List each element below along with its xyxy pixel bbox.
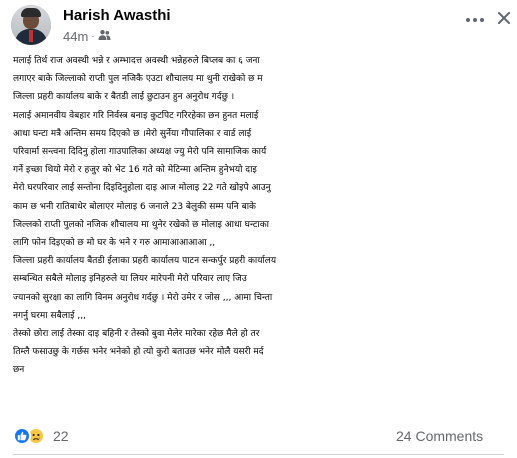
post-body-line: तेस्को छोरा लाई तेस्का दाइ बहिनी र तेस्क… — [13, 329, 260, 340]
more-options-icon[interactable] — [460, 8, 490, 32]
post-body-line: नगर्नु घरमा सबैलाई ,,, — [13, 310, 87, 321]
post-meta: 44m · — [63, 29, 111, 44]
post-body-line: परिवार्मा सन्त्वना दिदिनु होला गाउपालिका… — [13, 147, 267, 158]
meta-separator: · — [91, 31, 95, 42]
avatar-cap — [21, 8, 41, 17]
post-body-line: जिल्ला प्रहरी कार्यालय बैतडी ईलाका प्रहर… — [13, 256, 277, 267]
comments-count-link[interactable]: 24 Comments — [396, 428, 483, 444]
post-body-line: काम छ भनी रातिबाधेर बोलाएर मोलाइ 6 जनाले… — [13, 201, 256, 212]
post-body-line: गर्ने इच्छा थियो मेरो र हजुर को भेट 16 ग… — [13, 165, 257, 176]
reaction-summary[interactable]: 22 — [13, 427, 69, 445]
reaction-count: 22 — [53, 428, 69, 444]
post-body-line: जिल्ला प्रहरी कार्यालय बाके र बैतडी लाई … — [13, 92, 235, 103]
post-body-line: जिल्लको राप्ती पुलको नजिक शौचालय मा थुने… — [13, 219, 269, 230]
post-body-line: छन — [13, 365, 25, 376]
post-body-line: लगाएर बाके जिल्लाको राप्ती पुल नजिकै एउट… — [13, 74, 263, 85]
like-icon — [13, 427, 31, 445]
post-time[interactable]: 44m — [63, 29, 88, 44]
avatar[interactable] — [11, 5, 51, 45]
post-body: मलाई तिर्थ राज अवस्थी भन्ने र अम्भादत्त … — [13, 52, 513, 380]
post-body-line: मलाई अमानवीय वेबहार गरि निर्वस्त्र बनाइ … — [13, 110, 259, 121]
author-name[interactable]: Harish Awasthi — [63, 7, 171, 24]
footer-divider — [13, 454, 504, 455]
close-icon[interactable] — [494, 6, 514, 30]
post-body-line: आधा घन्टा मत्रै अन्तिम समय दिएको छ ।मेरो… — [13, 128, 252, 139]
post-body-line: मेरो घरपरिवार लाई सन्तोना दिइदिनुहोला दा… — [13, 183, 271, 194]
facebook-post: Harish Awasthi 44m · मलाई तिर्थ राज अवस्… — [0, 0, 517, 458]
friends-icon[interactable] — [98, 29, 111, 44]
post-body-line: मलाई तिर्थ राज अवस्थी भन्ने र अम्भादत्त … — [13, 56, 260, 66]
avatar-tie — [29, 30, 33, 42]
post-body-line: सम्बन्धित सबैले मोलाइ इनिहरुले या लियर म… — [13, 274, 247, 285]
post-body-line: तिम्लै फसाउछु के गर्छस भनेर भनेको हो त्य… — [13, 347, 264, 358]
post-body-line: लागि फोन दिइएको छ मो घर के भने र गरु आमा… — [13, 238, 216, 249]
post-body-line: ज्यानको सुरक्षा का लागि विनम अनुरोध गर्द… — [13, 292, 273, 303]
